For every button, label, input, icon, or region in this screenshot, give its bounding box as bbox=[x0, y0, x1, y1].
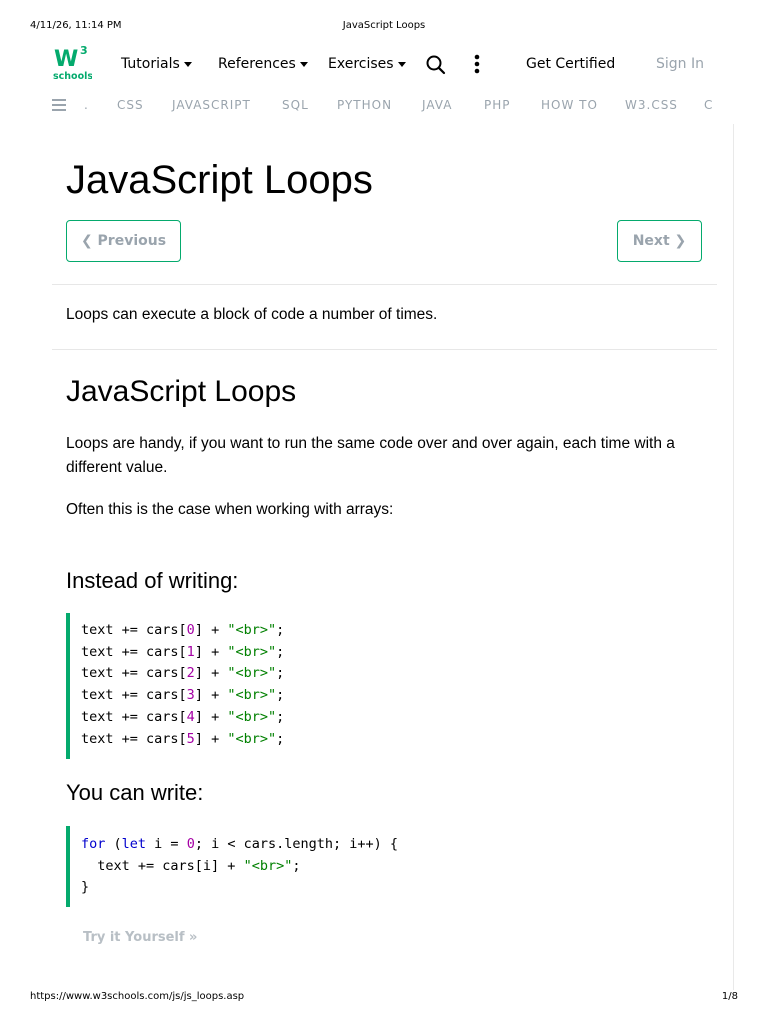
nav-references[interactable]: References bbox=[218, 56, 308, 72]
logo-icon: W 3 schools bbox=[53, 44, 92, 82]
search-icon bbox=[426, 55, 446, 75]
code-line: text += cars[2] + "<br>"; bbox=[81, 665, 285, 682]
paragraph-handy: Loops are handy, if you want to run the … bbox=[66, 435, 675, 476]
more-menu-button[interactable] bbox=[466, 54, 488, 76]
subnav-item-w3css[interactable]: W3.CSS bbox=[625, 98, 678, 112]
logo-mark: W bbox=[54, 47, 78, 72]
previous-button[interactable]: ❮ Previous bbox=[66, 220, 181, 262]
intro-text: Loops can execute a block of code a numb… bbox=[66, 306, 438, 323]
print-header: 4/11/26, 11:14 PM JavaScript Loops bbox=[30, 20, 738, 34]
nav-references-label: References bbox=[218, 56, 296, 72]
logo-superscript: 3 bbox=[80, 44, 88, 57]
nav-tutorials[interactable]: Tutorials bbox=[121, 56, 192, 72]
print-footer: https://www.w3schools.com/js/js_loops.as… bbox=[30, 991, 738, 1005]
divider bbox=[52, 284, 717, 285]
code-line: for (let i = 0; i < cars.length; i++) { bbox=[81, 836, 399, 852]
subnav-item-java[interactable]: JAVA bbox=[422, 98, 452, 112]
top-navbar: W 3 schools Tutorials References Exercis… bbox=[0, 44, 768, 88]
subnav-item-dot[interactable]: . bbox=[84, 98, 89, 112]
next-button[interactable]: Next ❯ bbox=[617, 220, 702, 262]
logo-word: schools bbox=[53, 71, 92, 82]
subnav-item-javascript[interactable]: JAVASCRIPT bbox=[172, 98, 251, 112]
divider bbox=[52, 349, 717, 350]
subnav-item-php[interactable]: PHP bbox=[484, 98, 511, 112]
subnav-item-css[interactable]: CSS bbox=[117, 98, 144, 112]
page-title: JavaScript Loops bbox=[66, 158, 373, 202]
nav-exercises-label: Exercises bbox=[328, 56, 394, 72]
vertical-dots-icon bbox=[474, 54, 480, 74]
code-example-repetitive: text += cars[0] + "<br>"; text += cars[1… bbox=[66, 613, 716, 759]
subnav-item-sql[interactable]: SQL bbox=[282, 98, 309, 112]
section-heading: JavaScript Loops bbox=[66, 375, 297, 408]
caret-down-icon bbox=[299, 61, 308, 67]
try-it-yourself-button[interactable]: Try it Yourself » bbox=[83, 930, 197, 945]
nav-exercises[interactable]: Exercises bbox=[328, 56, 406, 72]
subnav-item-python[interactable]: PYTHON bbox=[337, 98, 392, 112]
code-line: text += cars[4] + "<br>"; bbox=[81, 708, 285, 725]
w3schools-logo[interactable]: W 3 schools bbox=[52, 44, 92, 84]
get-certified-link[interactable]: Get Certified bbox=[526, 56, 615, 72]
code-line: text += cars[5] + "<br>"; bbox=[81, 730, 285, 747]
print-title: JavaScript Loops bbox=[342, 20, 426, 31]
print-url: https://www.w3schools.com/js/js_loops.as… bbox=[30, 991, 245, 1002]
subnav-item-howto[interactable]: HOW TO bbox=[541, 98, 598, 112]
sign-in-link[interactable]: Sign In bbox=[656, 56, 704, 72]
code-line: text += cars[3] + "<br>"; bbox=[81, 687, 285, 704]
subnav-item-c[interactable]: C bbox=[704, 98, 713, 112]
heading-instead-of-writing: Instead of writing: bbox=[66, 568, 239, 593]
content-border bbox=[733, 124, 734, 990]
search-button[interactable] bbox=[425, 54, 447, 76]
code-line: } bbox=[81, 879, 90, 896]
code-line: text += cars[i] + "<br>"; bbox=[81, 857, 301, 874]
print-page-number: 1/8 bbox=[721, 991, 738, 1002]
heading-you-can-write: You can write: bbox=[66, 780, 204, 805]
nav-tutorials-label: Tutorials bbox=[121, 56, 180, 72]
caret-down-icon bbox=[397, 61, 406, 67]
code-line: text += cars[1] + "<br>"; bbox=[81, 643, 285, 660]
caret-down-icon bbox=[183, 61, 192, 67]
hamburger-menu-icon[interactable] bbox=[52, 99, 66, 111]
code-line: text += cars[0] + "<br>"; bbox=[81, 622, 285, 638]
paragraph-arrays: Often this is the case when working with… bbox=[66, 501, 394, 518]
subject-navbar: . CSS JAVASCRIPT SQL PYTHON JAVA PHP HOW… bbox=[0, 96, 734, 116]
code-example-loop: for (let i = 0; i < cars.length; i++) { … bbox=[66, 826, 716, 907]
